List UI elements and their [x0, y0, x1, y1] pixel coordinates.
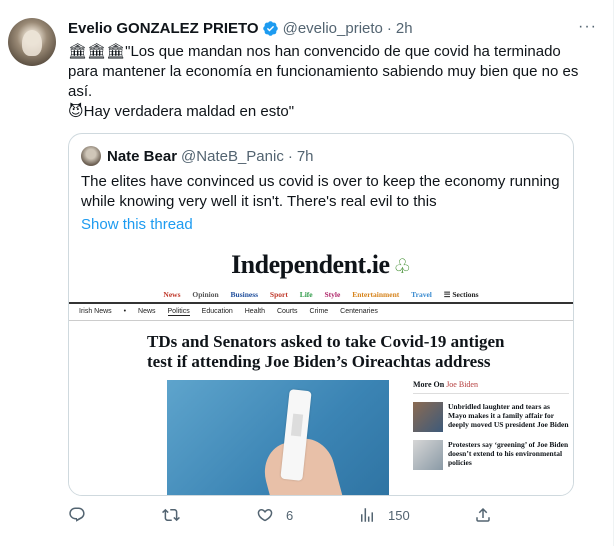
- nav-item: ☰ Sections: [443, 290, 479, 299]
- related-article-thumbnail: [413, 440, 443, 470]
- article-headline: TDs and Senators asked to take Covid-19 …: [147, 332, 505, 371]
- divider: [69, 302, 573, 304]
- more-on-heading: More On Joe Biden: [413, 380, 569, 394]
- site-logo-text: Independent.ie: [231, 250, 390, 279]
- tweet-header: Evelio GONZALEZ PRIETO @evelio_prieto · …: [68, 16, 613, 40]
- views-chart-icon: [361, 508, 373, 522]
- nav-item: Travel: [411, 290, 432, 299]
- tweet-text: 🏛🏛🏛"Los que mandan nos han convencido de…: [68, 42, 588, 122]
- author-handle[interactable]: @evelio_prieto: [283, 20, 383, 37]
- quoted-author-avatar[interactable]: [81, 146, 101, 166]
- show-thread-link[interactable]: Show this thread: [81, 216, 193, 233]
- share-icon: [476, 507, 490, 522]
- share-button[interactable]: [474, 506, 492, 524]
- separator-dot: ·: [287, 147, 293, 165]
- related-article-thumbnail: [413, 402, 443, 432]
- related-article-title: Unbridled laughter and tears as Mayo mak…: [448, 402, 569, 429]
- nav-item: Business: [230, 290, 259, 299]
- like-count: 6: [286, 507, 294, 523]
- nav-item: News: [163, 290, 181, 299]
- tweet-text-line: 😈Hay verdadera maldad en esto": [68, 103, 295, 120]
- related-article-title: Protesters say ‘greening’ of Joe Biden d…: [448, 440, 569, 467]
- tweet-time[interactable]: 2h: [396, 20, 413, 37]
- harp-icon: ♧: [393, 256, 411, 278]
- tweet[interactable]: Evelio GONZALEZ PRIETO @evelio_prieto · …: [0, 0, 614, 546]
- nav-item: Style: [324, 290, 341, 299]
- more-on-label: More On: [413, 380, 445, 389]
- subnav-item: Politics: [167, 308, 190, 316]
- nav-item: Entertainment: [352, 290, 400, 299]
- site-subnav: Irish News • News Politics Education Hea…: [79, 308, 388, 316]
- nav-item: Opinion: [192, 290, 219, 299]
- quoted-author-name[interactable]: Nate Bear: [107, 148, 177, 165]
- author-name[interactable]: Evelio GONZALEZ PRIETO: [68, 20, 259, 37]
- quoted-tweet-header: Nate Bear @NateB_Panic · 7h: [81, 146, 314, 166]
- views-button[interactable]: 150: [358, 506, 410, 524]
- subnav-item: •: [123, 308, 127, 315]
- more-options-icon[interactable]: ···: [578, 18, 597, 36]
- subnav-item: Crime: [309, 308, 329, 315]
- nav-item: Life: [299, 290, 313, 299]
- subnav-item: Irish News: [79, 308, 112, 315]
- tweet-text-line: 🏛🏛🏛"Los que mandan nos han convencido de…: [68, 43, 579, 100]
- site-logo: Independent.ie ♧: [69, 250, 573, 280]
- retweet-button[interactable]: [162, 506, 192, 524]
- nav-item: Sport: [269, 290, 288, 299]
- tweet-actions: 6 150: [68, 506, 518, 534]
- like-button[interactable]: 6: [256, 506, 293, 524]
- verified-badge-icon: [262, 20, 278, 36]
- quoted-tweet-time[interactable]: 7h: [297, 148, 314, 165]
- quoted-tweet-text: The elites have convinced us covid is ov…: [81, 173, 560, 210]
- reply-icon: [69, 507, 85, 522]
- related-article: Unbridled laughter and tears as Mayo mak…: [413, 402, 569, 432]
- divider: [69, 320, 573, 321]
- views-count: 150: [388, 507, 410, 523]
- separator-dot: ·: [386, 19, 392, 37]
- retweet-icon: [162, 508, 180, 522]
- reply-button[interactable]: [68, 506, 98, 524]
- more-on-sidebar: More On Joe Biden Unbridled laughter and…: [413, 380, 569, 470]
- heart-icon: [257, 508, 273, 522]
- subnav-item: Education: [201, 308, 233, 315]
- article-screenshot[interactable]: Independent.ie ♧ News Opinion Business Sp…: [69, 244, 573, 495]
- related-article: Protesters say ‘greening’ of Joe Biden d…: [413, 440, 569, 470]
- quoted-author-handle[interactable]: @NateB_Panic: [181, 148, 284, 165]
- more-on-topic: Joe Biden: [446, 380, 478, 389]
- subnav-item: Centenaries: [340, 308, 378, 315]
- article-photo: [167, 380, 389, 495]
- subnav-item: Health: [244, 308, 265, 315]
- quoted-tweet[interactable]: Nate Bear @NateB_Panic · 7h The elites h…: [68, 133, 574, 496]
- site-nav: News Opinion Business Sport Life Style E…: [69, 290, 573, 299]
- subnav-item: Courts: [276, 308, 298, 315]
- author-avatar[interactable]: [8, 18, 56, 66]
- subnav-item: News: [138, 308, 156, 315]
